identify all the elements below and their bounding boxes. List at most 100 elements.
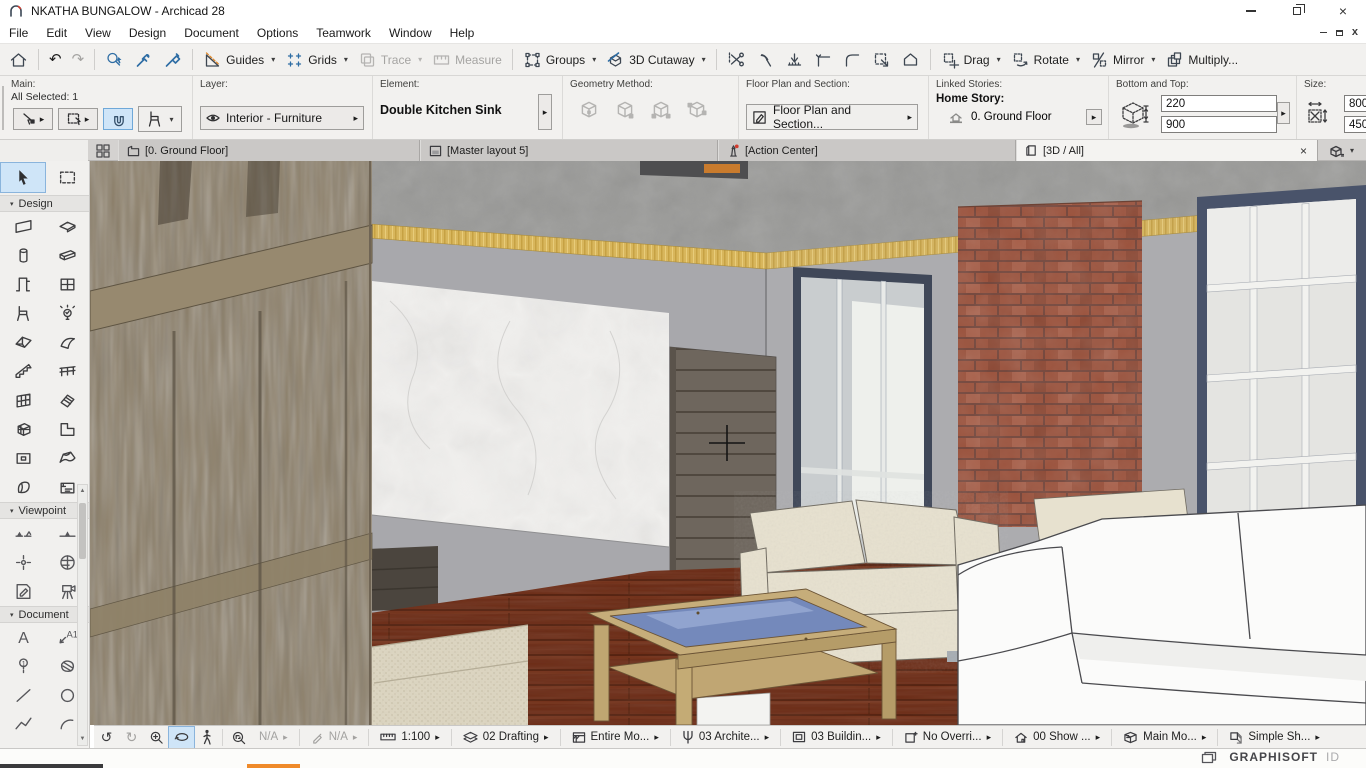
zoom-in-button[interactable] [144, 727, 169, 748]
3d-viewport[interactable] [90, 161, 1366, 725]
tool-text[interactable]: A [1, 623, 45, 652]
grids-button[interactable]: Grids▾ [280, 48, 353, 72]
menu-teamwork[interactable]: Teamwork [307, 23, 380, 43]
tool-zone[interactable] [45, 415, 89, 444]
mirror-button[interactable]: Mirror▾ [1085, 48, 1160, 72]
view-redo-button[interactable]: ↻ [119, 727, 144, 748]
tool-line[interactable] [1, 681, 45, 710]
scroll-down-icon[interactable]: ▼ [80, 733, 86, 745]
fit-in-window-button[interactable] [226, 727, 251, 748]
tab-master-layout[interactable]: [Master layout 5] [420, 140, 718, 161]
geometry-method-2-icon[interactable] [614, 98, 636, 120]
geometry-method-4-icon[interactable] [686, 98, 708, 120]
mdi-minimize-button[interactable] [1320, 32, 1327, 33]
menu-document[interactable]: Document [175, 23, 248, 43]
tool-beam[interactable] [45, 241, 89, 270]
groups-button[interactable]: Groups▾ [518, 48, 601, 72]
tool-section[interactable] [1, 519, 45, 548]
multiply-button[interactable]: Multiply... [1160, 48, 1243, 72]
bottom-offset-input[interactable] [1161, 116, 1277, 133]
graphic-override-field[interactable]: No Overri...▸ [896, 726, 999, 748]
menu-view[interactable]: View [76, 23, 120, 43]
tool-marquee[interactable] [45, 163, 89, 192]
element-flyout-button[interactable]: ▸ [538, 94, 552, 130]
split-icon[interactable] [722, 48, 751, 72]
cutaway-button[interactable]: 3D Cutaway▾ [601, 48, 710, 72]
layer-field[interactable]: Interior - Furniture ▸ [200, 106, 364, 130]
menu-help[interactable]: Help [441, 23, 484, 43]
zoom-field-1[interactable]: N/A▸ [251, 726, 296, 748]
palette-section-document[interactable]: ▾Document [0, 606, 89, 623]
model-view-options-field[interactable]: 03 Buildin...▸ [784, 726, 889, 748]
tool-callout[interactable]: 1 [1, 652, 45, 681]
tool-interior-elevation[interactable] [1, 548, 45, 577]
shadow-mode-field[interactable]: Simple Sh...▸ [1221, 726, 1328, 748]
walk-button[interactable] [194, 727, 219, 748]
tool-wall[interactable] [1, 212, 45, 241]
tool-door[interactable] [1, 270, 45, 299]
zoom-field-2[interactable]: N/A▸ [303, 726, 366, 748]
home-button[interactable] [4, 48, 33, 72]
rotate-button[interactable]: Rotate▾ [1006, 48, 1085, 72]
tool-roof[interactable] [1, 328, 45, 357]
magnet-highlight-button[interactable] [103, 108, 133, 130]
measure-button[interactable]: Measure [427, 48, 507, 72]
pen-set-field[interactable]: 03 Archite...▸ [674, 726, 777, 748]
tool-freeform-shell[interactable] [1, 473, 45, 502]
tool-object[interactable] [1, 299, 45, 328]
tool-railing[interactable] [45, 357, 89, 386]
tool-opening[interactable] [1, 444, 45, 473]
drag-button[interactable]: Drag▾ [936, 48, 1006, 72]
tab-ground-floor[interactable]: [0. Ground Floor] [118, 140, 420, 161]
tool-stair[interactable] [1, 357, 45, 386]
menu-options[interactable]: Options [248, 23, 307, 43]
tool-polyline[interactable] [1, 710, 45, 739]
tab-close-button[interactable]: × [1298, 144, 1309, 158]
trace-button[interactable]: Trace▾ [353, 48, 427, 72]
mdi-restore-button[interactable] [1336, 30, 1343, 36]
tab-overview-button[interactable] [92, 142, 114, 159]
edit-extras-icon[interactable] [896, 48, 925, 72]
view-undo-button[interactable]: ↺ [94, 727, 119, 748]
window-restore-button[interactable] [1274, 0, 1320, 22]
scroll-up-icon[interactable]: ▲ [80, 485, 86, 497]
home-story-flyout[interactable]: ▸ [1086, 109, 1102, 125]
arrow-tool-button[interactable]: ▸ [13, 108, 53, 130]
tool-curtain-wall[interactable] [1, 386, 45, 415]
tool-shell[interactable] [45, 328, 89, 357]
redo-button[interactable]: ↷ [67, 49, 90, 70]
tool-column[interactable] [1, 241, 45, 270]
geometry-method-3-icon[interactable] [650, 98, 672, 120]
menu-file[interactable]: File [0, 23, 37, 43]
structure-display-field[interactable]: Entire Mo...▸ [564, 726, 667, 748]
renovation-filter-field[interactable]: 00 Show ...▸ [1006, 726, 1108, 748]
trim-elements-icon[interactable] [780, 48, 809, 72]
menu-edit[interactable]: Edit [37, 23, 76, 43]
intersect-icon[interactable] [809, 48, 838, 72]
palette-scrollbar[interactable]: ▲ ▼ [77, 484, 88, 746]
tab-3d-all[interactable]: [3D / All] × [1016, 140, 1318, 161]
marquee-tool-button[interactable]: ▸ [58, 108, 98, 130]
top-offset-input[interactable] [1161, 95, 1277, 112]
adjust-icon[interactable] [751, 48, 780, 72]
fillet-chamfer-icon[interactable] [838, 48, 867, 72]
tool-skylight[interactable] [45, 386, 89, 415]
size-width-input[interactable] [1344, 95, 1366, 112]
window-close-button[interactable]: × [1320, 0, 1366, 22]
bottom-top-flyout[interactable]: ▸ [1277, 102, 1290, 124]
tool-window[interactable] [45, 270, 89, 299]
3d-style-field[interactable]: Main Mo...▸ [1115, 726, 1214, 748]
view-settings-button[interactable]: ▾ [1322, 140, 1360, 161]
tool-lamp[interactable] [45, 299, 89, 328]
tool-morph[interactable] [1, 415, 45, 444]
quick-layers-field[interactable]: 02 Drafting▸ [455, 726, 557, 748]
palette-section-viewpoint[interactable]: ▾Viewpoint [0, 502, 89, 519]
inject-parameters-icon[interactable] [158, 48, 187, 72]
palette-section-design[interactable]: ▾Design [0, 195, 89, 212]
orbit-button[interactable] [169, 727, 194, 748]
floor-plan-section-button[interactable]: Floor Plan and Section... ▸ [746, 104, 918, 130]
scale-field[interactable]: 1:100▸ [372, 726, 447, 748]
object-tool-chair-button[interactable]: ▾ [138, 106, 182, 132]
geometry-method-1-icon[interactable] [578, 98, 600, 120]
guides-button[interactable]: Guides▾ [198, 48, 280, 72]
